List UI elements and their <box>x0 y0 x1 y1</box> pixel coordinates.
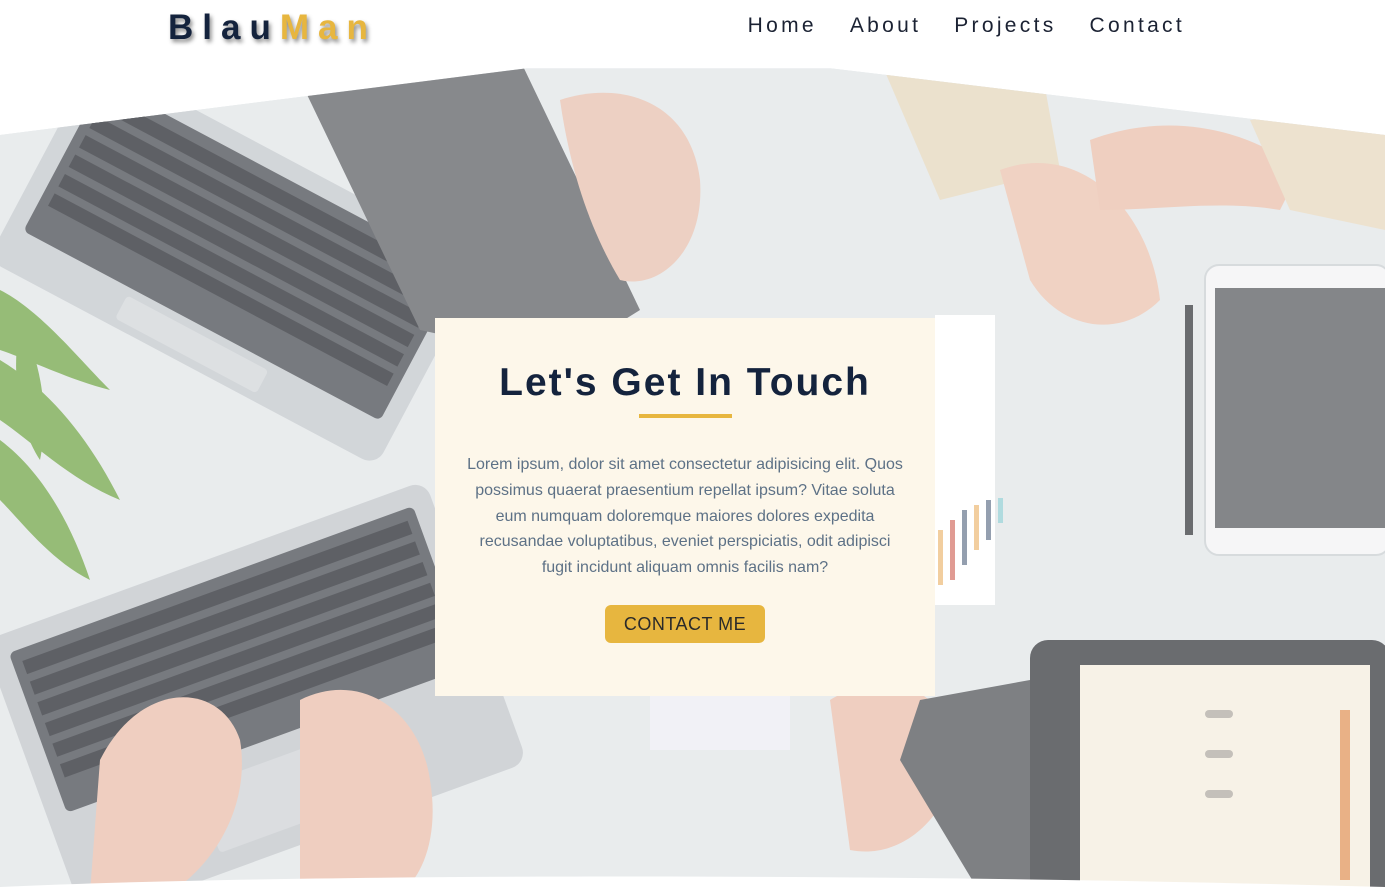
brand-logo[interactable]: BlauMan <box>168 8 377 48</box>
nav-link-about[interactable]: About <box>850 14 921 37</box>
nav-link-projects[interactable]: Projects <box>954 14 1056 37</box>
nav-item-projects: Projects <box>954 14 1056 38</box>
logo-part-blau: Blau <box>168 8 280 47</box>
nav-link-home[interactable]: Home <box>748 14 817 37</box>
nav-item-home: Home <box>748 14 817 38</box>
logo-part-man: Man <box>279 8 377 47</box>
hero-bottom-curve <box>0 876 1385 893</box>
nav-item-about: About <box>850 14 921 38</box>
navbar: BlauMan Home About Projects Contact <box>0 0 1385 60</box>
nav-links: Home About Projects Contact <box>748 14 1185 38</box>
contact-card-body: Lorem ipsum, dolor sit amet consectetur … <box>467 456 903 577</box>
contact-card-title: Let's Get In Touch <box>499 361 871 404</box>
nav-item-contact: Contact <box>1090 14 1185 38</box>
nav-link-contact[interactable]: Contact <box>1090 14 1185 37</box>
contact-card: Let's Get In Touch Lorem ipsum, dolor si… <box>435 318 935 696</box>
title-underline <box>638 414 732 418</box>
contact-me-button[interactable]: CONTACT ME <box>605 604 765 643</box>
